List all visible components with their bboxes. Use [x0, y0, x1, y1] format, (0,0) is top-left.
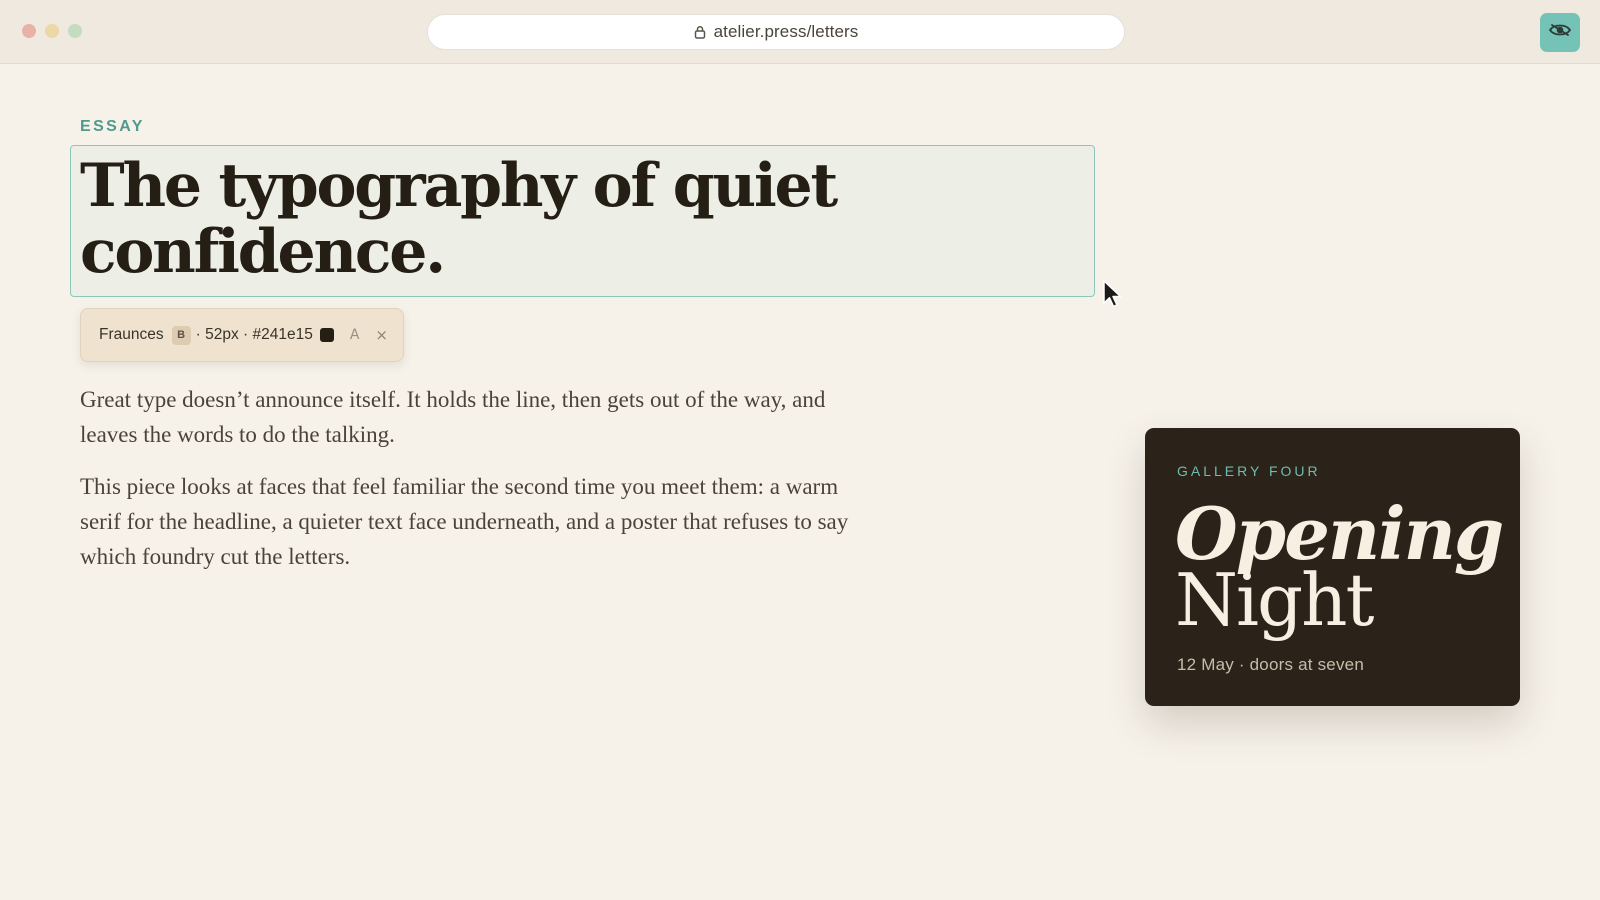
- font-name: Fraunces: [99, 326, 164, 343]
- eye-slash-icon: [1548, 20, 1572, 45]
- headline-line-2: confidence.: [80, 217, 446, 287]
- url-text: atelier.press/letters: [713, 22, 859, 41]
- address-bar[interactable]: atelier.press/letters: [427, 14, 1125, 50]
- poster-title-line-2: Night: [1175, 558, 1374, 642]
- window-controls: [22, 24, 82, 38]
- lock-icon: [694, 25, 706, 39]
- extension-button[interactable]: [1540, 13, 1580, 52]
- font-meta: · 52px · #241e15: [195, 326, 313, 343]
- glyph-preview-icon[interactable]: A: [350, 327, 360, 343]
- close-window-button[interactable]: [22, 24, 36, 38]
- font-inspector-chip: Fraunces B · 52px · #241e15 A ×: [80, 308, 404, 362]
- article-body: Great type doesn’t announce itself. It h…: [80, 382, 880, 591]
- font-weight-badge: B: [171, 325, 191, 345]
- browser-toolbar: atelier.press/letters: [0, 0, 1600, 64]
- maximize-window-button[interactable]: [68, 24, 82, 38]
- poster-eyebrow: GALLERY FOUR: [1177, 463, 1321, 479]
- article-headline[interactable]: The typography of quiet confidence.: [80, 153, 980, 285]
- poster-subtitle: 12 May · doors at seven: [1177, 655, 1364, 674]
- headline-line-1: The typography of quiet: [80, 151, 838, 221]
- color-swatch[interactable]: [319, 328, 334, 342]
- section-eyebrow: ESSAY: [80, 118, 145, 135]
- mouse-cursor-icon: [1102, 279, 1124, 314]
- poster-card[interactable]: GALLERY FOUR Opening Night 12 May · door…: [1145, 428, 1520, 706]
- close-icon[interactable]: ×: [375, 326, 388, 344]
- minimize-window-button[interactable]: [45, 24, 59, 38]
- body-paragraph: Great type doesn’t announce itself. It h…: [80, 387, 826, 447]
- body-paragraph: This piece looks at faces that feel fami…: [80, 474, 849, 569]
